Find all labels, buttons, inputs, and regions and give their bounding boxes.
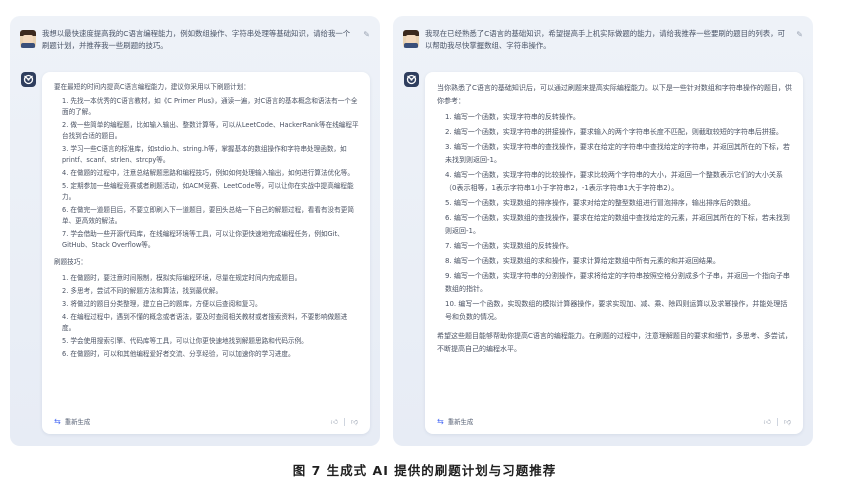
pencil-icon[interactable]: ✎ xyxy=(796,30,803,39)
user-message-row: 我想以最快速度提高我的C语言编程能力，例如数组操作、字符串处理等基础知识，请给我… xyxy=(20,28,370,64)
problem-item: 9. 编写一个函数，实现字符串的分割操作，要求将给定的字符串按照空格分割成多个子… xyxy=(445,272,790,293)
right-chat-panel: 我现在已经熟悉了C语言的基础知识，希望提高手上机实际做题的能力，请给我推荐一些要… xyxy=(393,16,813,446)
user-message-text: 我现在已经熟悉了C语言的基础知识，希望提高手上机实际做题的能力，请给我推荐一些要… xyxy=(425,29,785,50)
bot-logo-icon xyxy=(404,72,419,87)
reply-intro: 要在最短的时间内提高C语言编程能力，建议你采用以下刷题计划： xyxy=(54,83,250,91)
problem-item: 1. 编写一个函数，实现字符串的反转操作。 xyxy=(445,113,580,121)
pencil-icon[interactable]: ✎ xyxy=(363,30,370,39)
tip-item: 2. 多思考，尝试不同的解题方法和算法，找到最优解。 xyxy=(62,287,223,295)
problem-item: 5. 编写一个函数，实现数组的排序操作，要求对给定的整型数组进行冒泡排序，输出排… xyxy=(445,199,755,207)
problem-item: 7. 编写一个函数，实现数组的反转操作。 xyxy=(445,242,573,250)
user-message-row: 我现在已经熟悉了C语言的基础知识，希望提高手上机实际做题的能力，请给我推荐一些要… xyxy=(403,28,803,64)
tip-item: 1. 在做题时，要注意时间限制，模拟实际编程环境，尽量在规定时间内完成题目。 xyxy=(62,274,302,282)
tips-heading: 刷题技巧： xyxy=(54,258,87,266)
reply-outro: 希望这些题目能够帮助你提高C语言的编程能力。在刷题的过程中，注意理解题目的要求和… xyxy=(437,332,792,353)
plan-item: 4. 在做题的过程中，注意总结解题思路和编程技巧，例如如何处理输入输出，如何进行… xyxy=(62,169,354,177)
plan-item: 2. 做一些简单的编程题，比如输入输出、整数计算等，可以从LeetCode、Ha… xyxy=(62,121,359,140)
tip-item: 4. 在编程过程中，遇到不懂的概念或者语法，要及时查阅相关教材或者搜索资料，不要… xyxy=(62,313,348,332)
assistant-reply-content: 要在最短的时间内提高C语言编程能力，建议你采用以下刷题计划： 1. 先找一本优秀… xyxy=(54,82,360,362)
problem-item: 4. 编写一个函数，实现字符串的比较操作，要求比较两个字符串的大小，并返回一个整… xyxy=(445,171,783,192)
problem-item: 6. 编写一个函数，实现数组的查找操作，要求在给定的数组中查找给定的元素，并返回… xyxy=(445,214,790,235)
refresh-icon: ⇆ xyxy=(437,417,444,426)
figure-caption: 图 7 生成式 AI 提供的刷题计划与习题推荐 xyxy=(292,463,557,478)
problem-item: 3. 编写一个函数，实现字符串的查找操作，要求在给定的字符串中查找给定的字符串，… xyxy=(445,143,790,164)
thumbs-up-icon[interactable]: 👍︎ xyxy=(764,417,771,426)
plan-item: 5. 定期参加一些编程竞赛或者刷题活动，如ACM竞赛、LeetCode等，可以让… xyxy=(62,182,354,201)
problem-item: 10. 编写一个函数，实现数组的模拟计算器操作，要求实现加、减、乘、除四则运算以… xyxy=(445,300,788,321)
plan-item: 3. 学习一些C语言的标准库，如stdio.h、string.h等，掌握基本的数… xyxy=(62,145,347,164)
regenerate-label: 重新生成 xyxy=(447,418,474,426)
refresh-icon: ⇆ xyxy=(54,417,61,426)
problem-item: 8. 编写一个函数，实现数组的求和操作，要求计算给定数组中所有元素的和并返回结果… xyxy=(445,257,720,265)
left-chat-panel: 我想以最快速度提高我的C语言编程能力，例如数组操作、字符串处理等基础知识，请给我… xyxy=(10,16,380,446)
regenerate-label: 重新生成 xyxy=(64,418,91,426)
plan-item: 6. 在做完一道题目后，不要立即刷入下一道题目，要回头总结一下自己的解题过程，看… xyxy=(62,206,354,225)
user-message-text: 我想以最快速度提高我的C语言编程能力，例如数组操作、字符串处理等基础知识，请给我… xyxy=(42,29,351,50)
problem-item: 2. 编写一个函数，实现字符串的拼接操作，要求输入的两个字符串长度不匹配，则截取… xyxy=(445,128,783,136)
thumbs-down-icon[interactable]: 👎︎ xyxy=(351,417,358,426)
reply-intro: 当你熟悉了C语言的基础知识后，可以通过刷题来提高实际编程能力。以下是一些针对数组… xyxy=(437,84,792,105)
plan-item: 1. 先找一本优秀的C语言教材，如《C Primer Plus》，通读一遍，对C… xyxy=(62,97,358,116)
user-avatar-icon xyxy=(403,30,419,48)
user-avatar-icon xyxy=(20,30,36,48)
thumbs-up-icon[interactable]: 👍︎ xyxy=(331,417,338,426)
assistant-reply-card: 要在最短的时间内提高C语言编程能力，建议你采用以下刷题计划： 1. 先找一本优秀… xyxy=(42,72,370,434)
bot-logo-icon xyxy=(21,72,36,87)
plan-item: 7. 学会借助一些开源代码库，在线编程环境等工具，可以让你更快速地完成编程任务，… xyxy=(62,230,344,249)
regenerate-button[interactable]: ⇆ 重新生成 xyxy=(54,417,90,426)
tip-item: 5. 学会使用搜索引擎、代码库等工具，可以让你更快速地找到解题思路和代码示例。 xyxy=(62,337,308,345)
tip-item: 3. 将做过的题目分类整理，建立自己的题库，方便以后查阅和复习。 xyxy=(62,300,262,308)
thumbs-down-icon[interactable]: 👎︎ xyxy=(784,417,791,426)
assistant-reply-card: 当你熟悉了C语言的基础知识后，可以通过刷题来提高实际编程能力。以下是一些针对数组… xyxy=(425,72,803,434)
feedback-controls: 👍︎ 👎︎ xyxy=(331,417,358,426)
assistant-reply-content: 当你熟悉了C语言的基础知识后，可以通过刷题来提高实际编程能力。以下是一些针对数组… xyxy=(437,82,793,361)
feedback-controls: 👍︎ 👎︎ xyxy=(764,417,791,426)
tip-item: 6. 在做题时，可以和其他编程爱好者交流、分享经验，可以加速你的学习进度。 xyxy=(62,350,295,358)
regenerate-button[interactable]: ⇆ 重新生成 xyxy=(437,417,473,426)
